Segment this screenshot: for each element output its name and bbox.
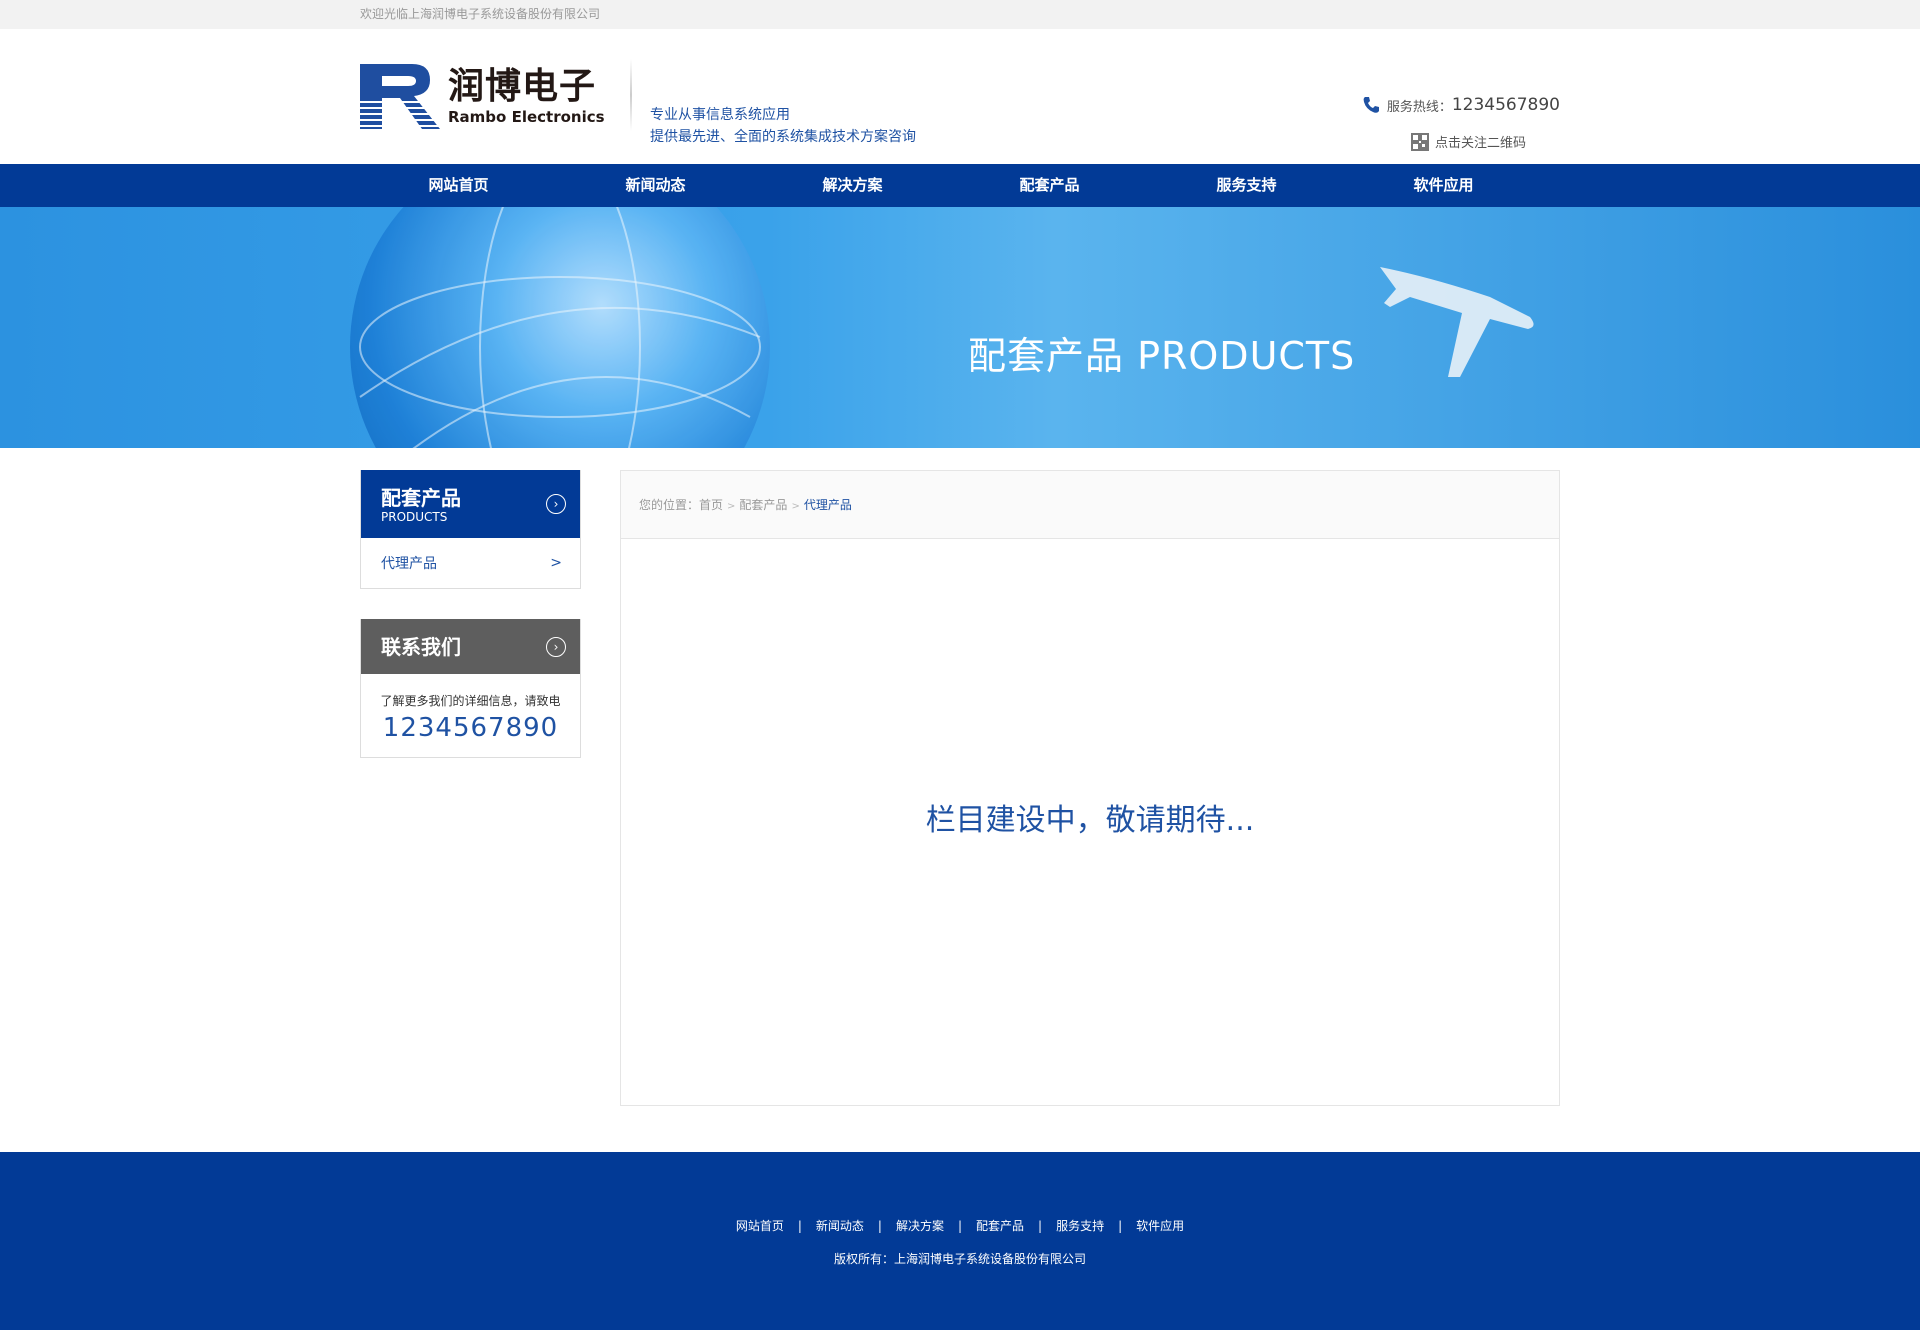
footer-link-news[interactable]: 新闻动态 — [816, 1219, 864, 1233]
footer: 网站首页 | 新闻动态 | 解决方案 | 配套产品 | 服务支持 | 软件应用 版权所有：上海润博电… — [0, 1152, 1920, 1330]
footer-divider: | — [1118, 1219, 1123, 1233]
contact-header: 联系我们 › — [361, 619, 580, 674]
footer-divider: | — [877, 1219, 882, 1233]
footer-link-software[interactable]: 软件应用 — [1136, 1219, 1184, 1233]
logo[interactable]: 润博电子 Rambo Electronics — [360, 64, 605, 129]
hotline-number: 1234567890 — [1451, 95, 1560, 115]
qr-code-link[interactable]: 点击关注二维码 — [1410, 132, 1526, 151]
hotline: 服务热线： 1234567890 — [1361, 95, 1560, 115]
under-construction-message: 栏目建设中，敬请期待... — [925, 803, 1255, 838]
logo-mark-icon — [360, 64, 442, 129]
hotline-label: 服务热线： — [1386, 99, 1452, 115]
footer-link-home[interactable]: 网站首页 — [736, 1219, 784, 1233]
nav-item-products[interactable]: 配套产品 — [951, 164, 1148, 207]
phone-icon — [1363, 97, 1379, 113]
airplane-icon — [1380, 267, 1534, 377]
header: 润博电子 Rambo Electronics 专业从事信息系统应用 提供最先进、… — [0, 29, 1920, 164]
sidebar: 配套产品 PRODUCTS › 代理产品 > 联系我们 › 了解更多我们的详细信… — [360, 470, 581, 758]
qr-code-label: 点击关注二维码 — [1434, 136, 1526, 151]
nav-item-news[interactable]: 新闻动态 — [557, 164, 754, 207]
breadcrumb-current[interactable]: 代理产品 — [804, 498, 852, 512]
main-area: 配套产品 PRODUCTS › 代理产品 > 联系我们 › 了解更多我们的详细信… — [0, 448, 1920, 1154]
contact-box: 联系我们 › 了解更多我们的详细信息，请致电 1234567890 — [360, 619, 581, 758]
slogan: 专业从事信息系统应用 提供最先进、全面的系统集成技术方案咨询 — [650, 104, 916, 148]
footer-links: 网站首页 | 新闻动态 | 解决方案 | 配套产品 | 服务支持 | 软件应用 — [0, 1217, 1920, 1234]
logo-chinese-name: 润博电子 — [448, 65, 597, 107]
banner-title: 配套产品 PRODUCTS — [968, 334, 1356, 378]
footer-divider: | — [797, 1219, 802, 1233]
banner: 配套产品 PRODUCTS — [0, 207, 1920, 448]
category-header: 配套产品 PRODUCTS › — [361, 470, 580, 538]
breadcrumb: 您的位置：首页 > 配套产品 > 代理产品 — [621, 471, 1559, 539]
copyright: 版权所有：上海润博电子系统设备股份有限公司 — [833, 1252, 1086, 1266]
top-bar: 欢迎光临上海润博电子系统设备股份有限公司 — [0, 0, 1920, 29]
breadcrumb-separator: > — [727, 501, 736, 512]
footer-link-products[interactable]: 配套产品 — [976, 1219, 1024, 1233]
nav-item-support[interactable]: 服务支持 — [1148, 164, 1345, 207]
footer-divider: | — [1038, 1219, 1043, 1233]
contact-description: 了解更多我们的详细信息，请致电 — [380, 694, 561, 708]
sidebar-item-arrow: > — [550, 555, 562, 571]
main-nav: 网站首页 新闻动态 解决方案 配套产品 服务支持 软件应用 — [0, 164, 1920, 207]
breadcrumb-separator: > — [791, 501, 800, 512]
chevron-right-icon: › — [546, 637, 566, 657]
content-panel: 您的位置：首页 > 配套产品 > 代理产品 栏目建设中，敬请期待... — [620, 470, 1560, 1106]
breadcrumb-prefix: 您的位置： — [639, 498, 700, 512]
sidebar-item-label: 代理产品 — [381, 556, 437, 572]
slogan-line-1: 专业从事信息系统应用 — [650, 107, 790, 123]
chevron-right-icon: › — [546, 494, 566, 514]
logo-english-name: Rambo Electronics — [448, 107, 605, 126]
nav-item-home[interactable]: 网站首页 — [360, 164, 557, 207]
nav-item-solutions[interactable]: 解决方案 — [754, 164, 951, 207]
footer-link-solutions[interactable]: 解决方案 — [896, 1219, 944, 1233]
breadcrumb-home[interactable]: 首页 — [699, 498, 723, 512]
category-box: 配套产品 PRODUCTS › 代理产品 > — [360, 470, 581, 589]
slogan-line-2: 提供最先进、全面的系统集成技术方案咨询 — [650, 129, 916, 145]
contact-phone: 1234567890 — [382, 713, 559, 743]
nav-item-software[interactable]: 软件应用 — [1345, 164, 1542, 207]
globe-image — [350, 207, 770, 448]
welcome-text: 欢迎光临上海润博电子系统设备股份有限公司 — [360, 7, 601, 21]
breadcrumb-products[interactable]: 配套产品 — [739, 498, 787, 512]
qr-code-icon — [1410, 132, 1429, 151]
header-divider — [630, 59, 632, 131]
footer-divider: | — [957, 1219, 963, 1233]
sidebar-item-agent-products[interactable]: 代理产品 > — [361, 538, 580, 588]
footer-link-support[interactable]: 服务支持 — [1056, 1219, 1104, 1233]
